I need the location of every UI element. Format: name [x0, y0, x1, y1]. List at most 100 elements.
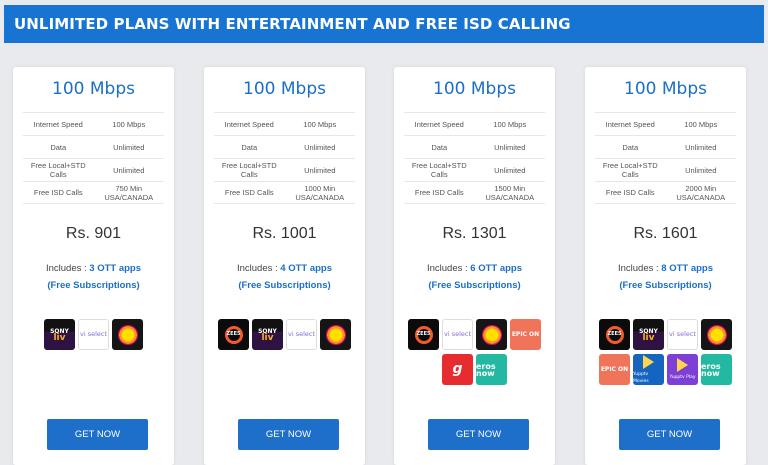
spec-label: Data	[241, 142, 258, 152]
sun-nxt-logo	[112, 319, 143, 350]
includes-prefix: Includes :	[236, 263, 281, 274]
free-subscriptions-label: (Free Subscriptions)	[238, 280, 331, 291]
get-now-button[interactable]: GET NOW	[238, 419, 339, 450]
spec-row: Free Local+STD Calls Unlimited	[214, 158, 355, 181]
liv-text: liv	[642, 332, 655, 343]
plan-includes: Includes : 3 OTT apps	[13, 263, 174, 274]
plan-speed-title: 100 Mbps	[243, 79, 326, 99]
spec-row: Data Unlimited	[23, 135, 164, 158]
zee5-ring-icon: ZEE5	[605, 325, 624, 344]
spec-label: Free Local+STD Calls	[602, 161, 658, 179]
spec-value: 1500 Min USA/CANADA	[485, 183, 535, 202]
spec-value: Unlimited	[113, 142, 145, 152]
liv-text: liv	[53, 332, 66, 343]
spec-value: 750 Min USA/CANADA	[104, 183, 154, 202]
eros-now-logo: eros now	[701, 354, 732, 385]
ott-count: 6 OTT apps	[470, 263, 523, 274]
epic-on-logo: EPIC ON	[599, 354, 630, 385]
spec-row: Data Unlimited	[214, 135, 355, 158]
spec-value: Unlimited	[494, 165, 526, 175]
spec-label: Free Local+STD Calls	[411, 161, 467, 179]
plan-spec-table: Internet Speed 100 Mbps Data Unlimited Free …	[404, 112, 545, 204]
spec-label: Free Local+STD Calls	[221, 161, 277, 179]
plan-spec-table: Internet Speed 100 Mbps Data Unlimited Free …	[214, 112, 355, 204]
includes-prefix: Includes :	[426, 263, 471, 274]
spec-row: Free ISD Calls 2000 Min USA/CANADA	[595, 181, 736, 204]
ott-logos: ZEE5 vi select EPIC ON g eros now	[394, 319, 555, 385]
spec-row: Free ISD Calls 1000 Min USA/CANADA	[214, 181, 355, 204]
get-now-button[interactable]: GET NOW	[619, 419, 720, 450]
play-icon	[677, 358, 688, 372]
spec-row: Data Unlimited	[404, 135, 545, 158]
spec-value: 2000 Min USA/CANADA	[676, 183, 726, 202]
zee5-ring-icon: ZEE5	[224, 325, 243, 344]
spec-value: Unlimited	[304, 165, 336, 175]
spec-value: 100 Mbps	[303, 119, 337, 129]
vi-select-logo: vi select	[286, 319, 317, 350]
ott-count: 4 OTT apps	[280, 263, 333, 274]
spec-label: Free Local+STD Calls	[30, 161, 86, 179]
spec-row: Free Local+STD Calls Unlimited	[404, 158, 545, 181]
vi-select-logo: vi select	[667, 319, 698, 350]
zee5-logo: ZEE5	[599, 319, 630, 350]
spec-label: Data	[50, 142, 67, 152]
zee5-logo: ZEE5	[408, 319, 439, 350]
plan-card: 100 Mbps Internet Speed 100 Mbps Data Unlimi…	[585, 0, 746, 465]
sony-liv-logo: SONY liv	[44, 319, 75, 350]
sony-liv-logo: SONY liv	[252, 319, 283, 350]
sun-icon	[481, 324, 502, 345]
includes-prefix: Includes :	[45, 263, 90, 274]
zee5-logo: ZEE5	[218, 319, 249, 350]
plan-speed-title: 100 Mbps	[52, 79, 135, 99]
gaana-logo: g	[442, 354, 473, 385]
spec-label: Free ISD Calls	[414, 188, 464, 197]
ott-logos: ZEE5 SONY liv vi select EPIC ON Yupptv Movies…	[585, 319, 746, 385]
sun-nxt-logo	[476, 319, 507, 350]
spec-row: Internet Speed 100 Mbps	[404, 112, 545, 135]
spec-value: Unlimited	[113, 165, 145, 175]
spec-row: Data Unlimited	[595, 135, 736, 158]
spec-row: Free Local+STD Calls Unlimited	[23, 158, 164, 181]
spec-label: Internet Speed	[33, 119, 83, 129]
plan-price: Rs. 1301	[442, 225, 507, 242]
sun-nxt-logo	[320, 319, 351, 350]
spec-label: Data	[622, 142, 639, 152]
sony-liv-logo: SONY liv	[633, 319, 664, 350]
yupptv-movies-logo: Yupptv Movies	[633, 354, 664, 385]
plan-spec-table: Internet Speed 100 Mbps Data Unlimited Free …	[23, 112, 164, 204]
spec-row: Internet Speed 100 Mbps	[23, 112, 164, 135]
spec-row: Internet Speed 100 Mbps	[214, 112, 355, 135]
free-subscriptions-label: (Free Subscriptions)	[47, 280, 140, 291]
plan-speed-title: 100 Mbps	[433, 79, 516, 99]
spec-value: 100 Mbps	[493, 119, 527, 129]
plan-card: 100 Mbps Internet Speed 100 Mbps Data Unlimi…	[204, 0, 365, 465]
sun-icon	[117, 324, 138, 345]
yupptv-label: Yupptv Movies	[633, 371, 649, 384]
free-subscriptions-label: (Free Subscriptions)	[619, 280, 712, 291]
spec-value: Unlimited	[685, 165, 717, 175]
ott-logos: ZEE5 SONY liv vi select	[204, 319, 365, 350]
spec-value: Unlimited	[494, 142, 526, 152]
spec-value: Unlimited	[304, 142, 336, 152]
free-subscriptions-label: (Free Subscriptions)	[428, 280, 521, 291]
spec-label: Free ISD Calls	[33, 188, 83, 197]
spec-row: Free Local+STD Calls Unlimited	[595, 158, 736, 181]
plan-includes: Includes : 4 OTT apps	[204, 263, 365, 274]
spec-label: Free ISD Calls	[224, 188, 274, 197]
plan-includes: Includes : 8 OTT apps	[585, 263, 746, 274]
sun-icon	[706, 324, 727, 345]
eros-now-logo: eros now	[476, 354, 507, 385]
spec-value: 100 Mbps	[684, 119, 718, 129]
plan-includes: Includes : 6 OTT apps	[394, 263, 555, 274]
includes-prefix: Includes :	[617, 263, 662, 274]
yupptv-play-logo: Yupptv Play	[667, 354, 698, 385]
get-now-button[interactable]: GET NOW	[428, 419, 529, 450]
get-now-button[interactable]: GET NOW	[47, 419, 148, 450]
spec-label: Free ISD Calls	[605, 188, 655, 197]
spec-row: Free ISD Calls 1500 Min USA/CANADA	[404, 181, 545, 204]
epic-on-logo: EPIC ON	[510, 319, 541, 350]
vi-select-logo: vi select	[442, 319, 473, 350]
liv-text: liv	[261, 332, 274, 343]
zee5-ring-icon: ZEE5	[414, 325, 433, 344]
ott-count: 3 OTT apps	[89, 263, 142, 274]
